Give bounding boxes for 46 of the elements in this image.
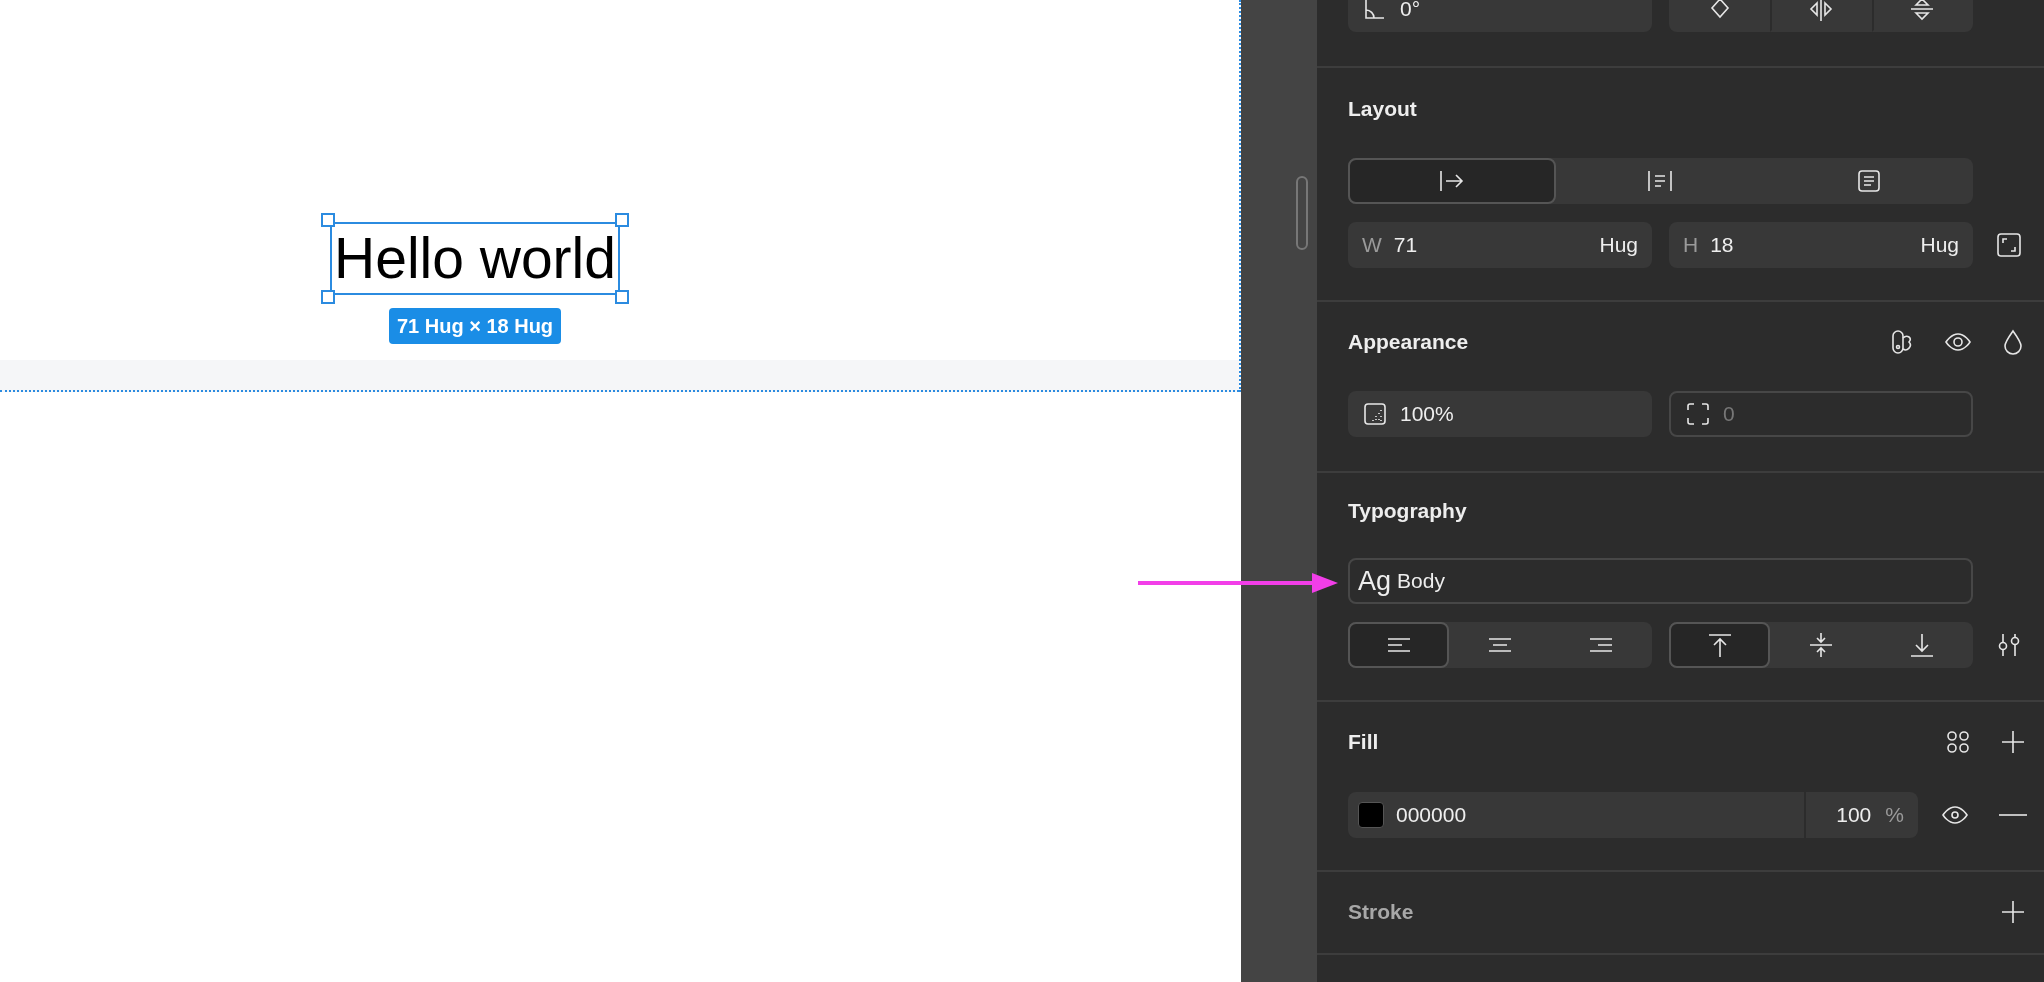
- styles-button[interactable]: [1944, 728, 1972, 756]
- field-value: 18: [1710, 232, 1734, 259]
- section-title: Layout: [1348, 96, 1417, 123]
- field-label: H: [1683, 232, 1699, 259]
- rotation-field[interactable]: 0°: [1348, 0, 1652, 32]
- fill-field[interactable]: 000000 100 %: [1348, 792, 1918, 838]
- field-value: 71: [1393, 232, 1418, 259]
- canvas-text: Hello world: [334, 230, 616, 287]
- section-title: Typography: [1348, 498, 1467, 525]
- remove-fill-button[interactable]: [1999, 813, 2027, 817]
- scrollbar-thumb[interactable]: [1296, 176, 1308, 250]
- corner-radius-icon: [1685, 401, 1711, 427]
- resize-handle[interactable]: [321, 290, 335, 304]
- opacity-field[interactable]: 100%: [1348, 391, 1652, 437]
- segment-tab[interactable]: [1669, 622, 1771, 668]
- width-field[interactable]: W 71 Hug: [1348, 222, 1652, 268]
- field-label: W: [1362, 232, 1382, 259]
- color-swatch[interactable]: [1358, 802, 1384, 828]
- resize-icon: [1994, 231, 2023, 259]
- field-value: 0: [1723, 401, 1735, 428]
- segment-tab[interactable]: [1348, 622, 1450, 668]
- section-title: Appearance: [1348, 329, 1469, 356]
- add-fill-button[interactable]: [1999, 728, 2027, 756]
- opacity-icon: [1362, 401, 1388, 427]
- opacity-value: 100: [1836, 802, 1872, 829]
- selection-frame[interactable]: Hello world: [330, 222, 620, 295]
- style-name: Body: [1397, 568, 1445, 595]
- resize-handle[interactable]: [615, 213, 629, 227]
- sizing-mode[interactable]: Hug: [1920, 229, 1959, 261]
- percent-unit: %: [1885, 802, 1904, 829]
- section-title: Fill: [1348, 729, 1379, 756]
- field-value: 100%: [1400, 401, 1454, 428]
- hex-value: 000000: [1396, 802, 1467, 829]
- add-stroke-button[interactable]: [1999, 898, 2027, 926]
- height-field[interactable]: H 18 Hug: [1669, 222, 1973, 268]
- size-label: 71 Hug × 18 Hug: [388, 308, 562, 344]
- align-middle-icon: [1807, 631, 1835, 659]
- sizing-mode[interactable]: Hug: [1599, 229, 1638, 261]
- text-style-field[interactable]: Ag Body: [1348, 558, 1973, 604]
- flip-horizontal-icon: [1807, 0, 1835, 23]
- resize-handle[interactable]: [615, 290, 629, 304]
- style-preview: Ag: [1358, 564, 1392, 598]
- field-value: 0°: [1400, 0, 1421, 23]
- minus-icon: [1999, 813, 2027, 817]
- resize-handle[interactable]: [321, 213, 335, 227]
- section-title: Stroke: [1348, 899, 1414, 926]
